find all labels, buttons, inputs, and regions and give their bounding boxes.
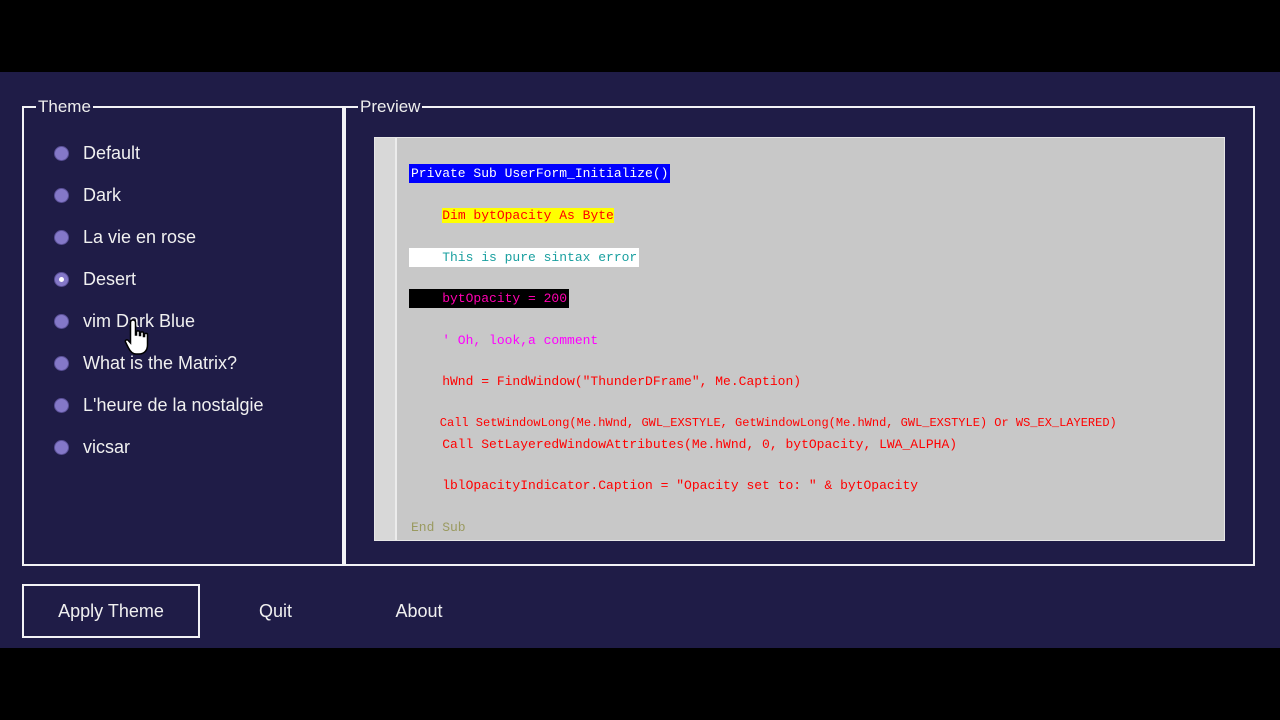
code-line: Call SetWindowLong(Me.hWnd, GWL_EXSTYLE,… — [411, 416, 1117, 430]
radio-vicsar[interactable] — [54, 439, 69, 455]
theme-option-label: Desert — [83, 268, 137, 289]
apply-theme-button[interactable]: Apply Theme — [22, 584, 200, 638]
radio-dark[interactable] — [54, 187, 69, 203]
code-line: bytOpacity = 200 — [409, 289, 570, 308]
hand-pointer-icon — [124, 319, 149, 355]
about-button[interactable]: About — [368, 584, 470, 638]
code-area: Private Sub UserForm_Initialize() Dim by… — [409, 138, 1224, 540]
code-line: Call SetLayeredWindowAttributes(Me.hWnd,… — [411, 437, 958, 452]
theme-option-label: Default — [83, 142, 141, 163]
theme-option-vicsar[interactable]: vicsar — [54, 435, 130, 459]
theme-option-label: vicsar — [83, 436, 131, 457]
code-line: This is pure sintax error — [409, 248, 640, 267]
radio-desert[interactable] — [54, 271, 69, 287]
theme-group: Theme Default Dark La vie en rose Desert… — [22, 96, 344, 566]
radio-nostalgie[interactable] — [54, 397, 69, 413]
theme-option-la-vie-en-rose[interactable]: La vie en rose — [54, 225, 196, 249]
theme-group-legend: Theme — [36, 96, 93, 118]
code-line: Dim bytOpacity As Byte — [442, 208, 614, 223]
code-line: Private Sub UserForm_Initialize() — [409, 164, 671, 183]
radio-vim-dark-blue[interactable] — [54, 313, 69, 329]
code-line: lblOpacityIndicator.Caption = "Opacity s… — [411, 478, 919, 493]
theme-option-desert[interactable]: Desert — [54, 267, 136, 291]
quit-button[interactable]: Quit — [228, 584, 323, 638]
code-line: hWnd = FindWindow("ThunderDFrame", Me.Ca… — [411, 374, 802, 389]
radio-matrix[interactable] — [54, 355, 69, 371]
theme-option-label: What is the Matrix? — [83, 352, 238, 373]
code-line: ' Oh, look,a comment — [411, 333, 599, 348]
editor-gutter — [375, 138, 397, 540]
radio-default[interactable] — [54, 145, 69, 161]
theme-option-nostalgie[interactable]: L'heure de la nostalgie — [54, 393, 264, 417]
theme-option-default[interactable]: Default — [54, 141, 140, 165]
theme-option-label: La vie en rose — [83, 226, 197, 247]
code-line: End Sub — [411, 520, 466, 535]
theme-selector-window: Theme Default Dark La vie en rose Desert… — [0, 72, 1280, 648]
theme-option-dark[interactable]: Dark — [54, 183, 121, 207]
preview-group-legend: Preview — [358, 96, 423, 118]
theme-option-label: Dark — [83, 184, 122, 205]
code-preview-editor: Private Sub UserForm_Initialize() Dim by… — [374, 137, 1225, 541]
radio-la-vie-en-rose[interactable] — [54, 229, 69, 245]
theme-option-label: L'heure de la nostalgie — [83, 394, 264, 415]
